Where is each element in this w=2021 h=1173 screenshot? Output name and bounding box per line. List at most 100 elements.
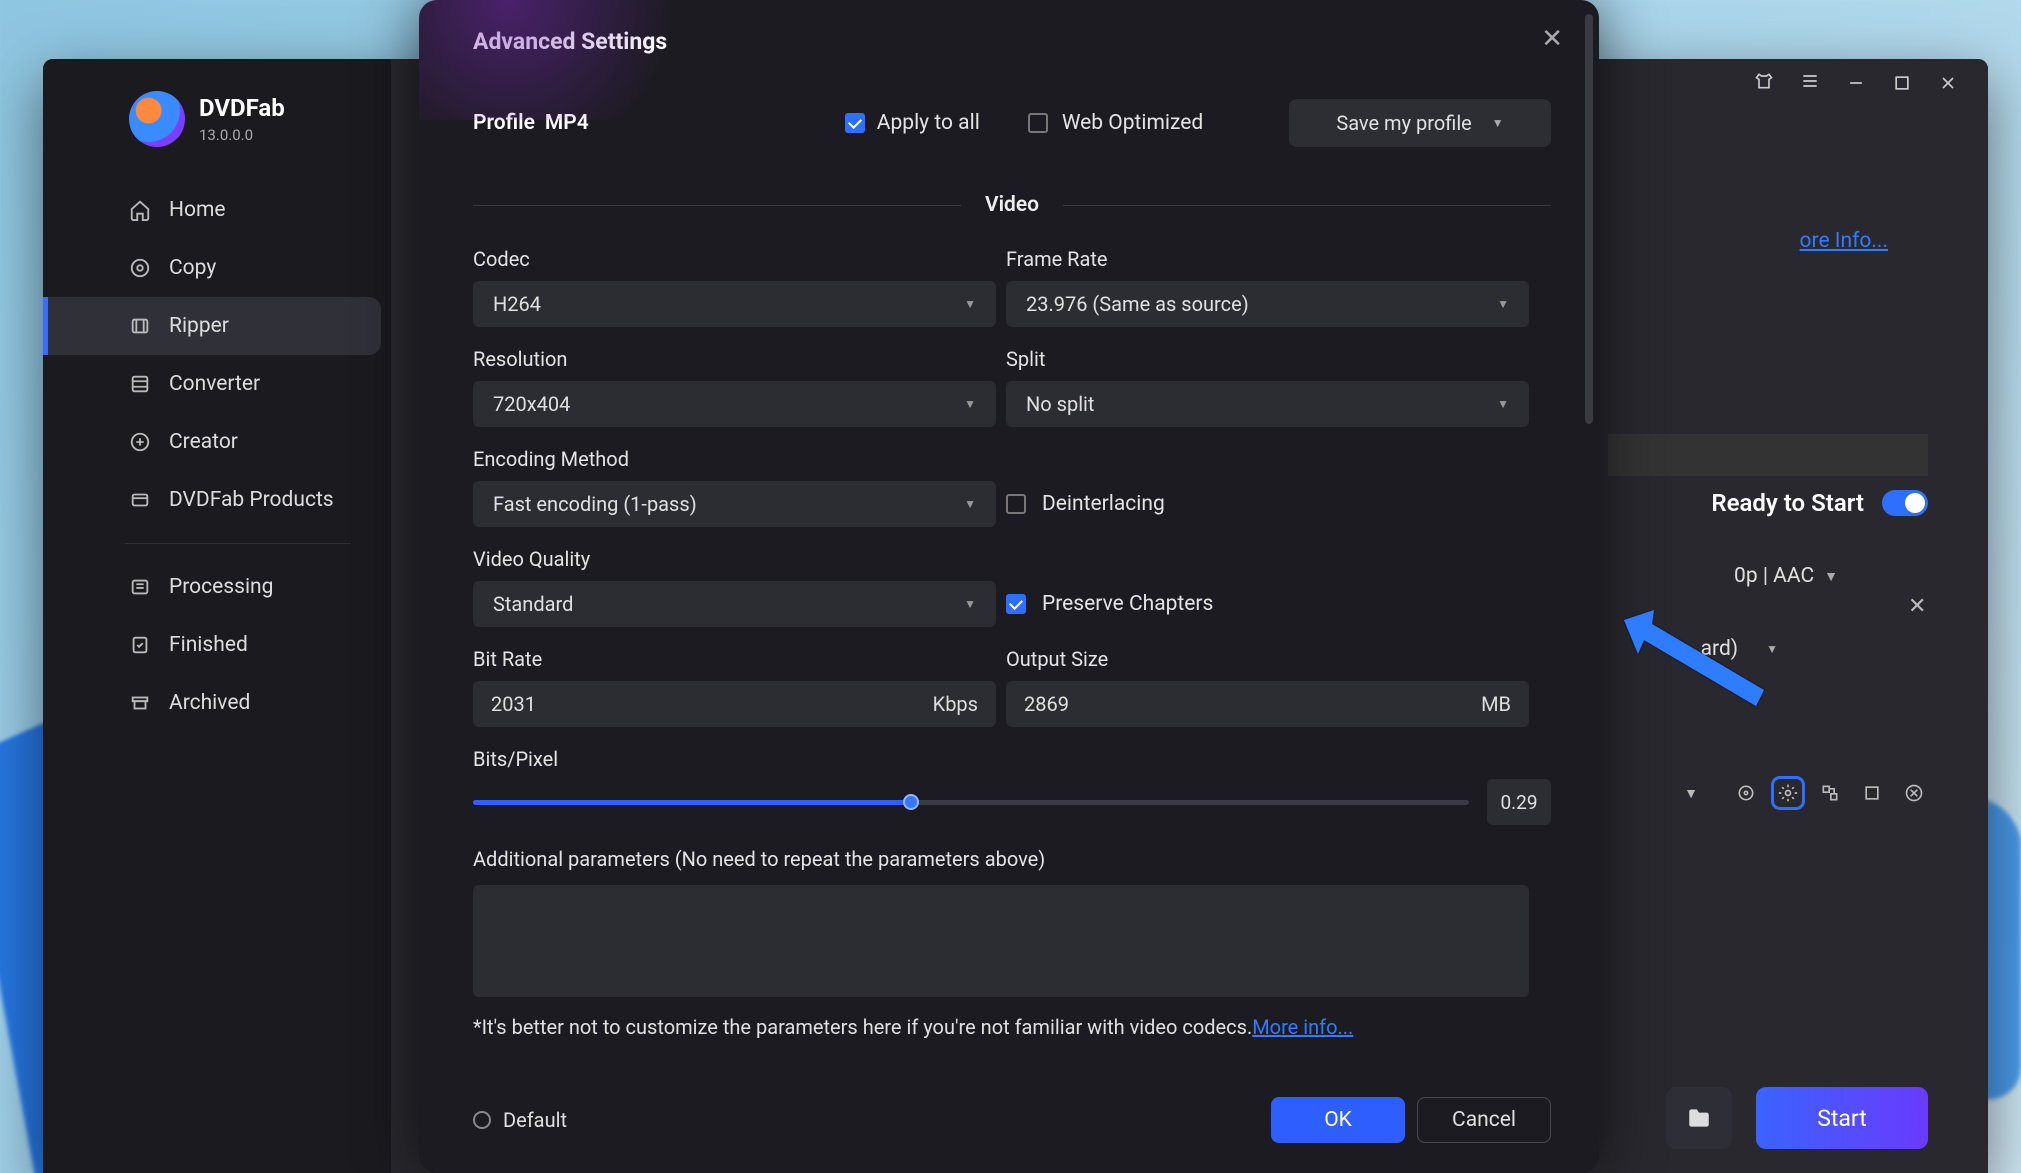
ripper-icon	[129, 315, 151, 337]
app-name: DVDFab	[199, 94, 285, 122]
quality-fragment[interactable]: ard) ▼	[1701, 637, 1778, 661]
maximize-button[interactable]	[1892, 73, 1912, 93]
codec-value: H264	[493, 292, 541, 316]
home-icon	[129, 199, 151, 221]
chevron-down-icon[interactable]: ▼	[1684, 785, 1698, 802]
chevron-down-icon: ▼	[964, 497, 976, 511]
apply-to-all-label: Apply to all	[877, 111, 980, 135]
bpp-label: Bits/Pixel	[473, 747, 1551, 771]
crop-icon[interactable]	[1858, 779, 1886, 807]
outsize-unit: MB	[1481, 692, 1511, 716]
sidebar-item-label: Copy	[169, 256, 216, 280]
resolution-label: Resolution	[473, 347, 996, 371]
sidebar-item-copy[interactable]: Copy	[43, 239, 381, 297]
chevron-down-icon: ▼	[964, 397, 976, 411]
sidebar-item-converter[interactable]: Converter	[43, 355, 381, 413]
default-label: Default	[503, 1108, 567, 1132]
preview-icon[interactable]	[1732, 779, 1760, 807]
advanced-settings-icon[interactable]	[1774, 779, 1802, 807]
sidebar-item-label: Converter	[169, 372, 260, 396]
remove-item-button[interactable]: ✕	[1908, 594, 1928, 619]
encoding-label: Encoding Method	[473, 447, 996, 471]
spacer	[1006, 547, 1529, 571]
web-optimized-label: Web Optimized	[1062, 111, 1203, 135]
quality-label: Video Quality	[473, 547, 996, 571]
sidebar-item-creator[interactable]: Creator	[43, 413, 381, 471]
sidebar-item-ripper[interactable]: Ripper	[43, 297, 381, 355]
sidebar-item-label: Processing	[169, 575, 273, 599]
outsize-label: Output Size	[1006, 647, 1529, 671]
converter-icon	[129, 373, 151, 395]
bitrate-input[interactable]: 2031 Kbps	[473, 681, 996, 727]
dialog-close-button[interactable]: ✕	[1541, 24, 1563, 54]
ok-button[interactable]: OK	[1271, 1097, 1405, 1143]
apply-to-all-checkbox[interactable]: Apply to all	[845, 111, 980, 135]
ready-label: Ready to Start	[1711, 489, 1864, 517]
additional-params-input[interactable]	[473, 885, 1529, 997]
shirt-icon[interactable]	[1754, 71, 1774, 95]
more-info-link[interactable]: ore Info...	[1800, 229, 1888, 253]
output-folder-button[interactable]	[1666, 1087, 1732, 1149]
preserve-chapters-checkbox[interactable]: Preserve Chapters	[1006, 581, 1529, 627]
sidebar-item-label: Home	[169, 198, 226, 222]
save-profile-dropdown[interactable]: Save my profile ▼	[1289, 99, 1551, 147]
output-format-fragment[interactable]: 0p | AAC ▼	[1734, 564, 1838, 588]
cancel-button[interactable]: Cancel	[1417, 1097, 1551, 1143]
sidebar-item-label: Archived	[169, 691, 250, 715]
video-settings-grid: Codec H264 ▼ Frame Rate 23.976 (Same as …	[473, 247, 1551, 727]
outsize-input[interactable]: 2869 MB	[1006, 681, 1529, 727]
titlebar	[1754, 59, 1988, 107]
chevron-down-icon: ▼	[964, 297, 976, 311]
advanced-settings-dialog: Advanced Settings ✕ Profile MP4 Apply to…	[419, 0, 1599, 1173]
sidebar-nav: Home Copy Ripper Converter Creator DVDFa…	[43, 181, 391, 732]
ready-row: Ready to Start	[1711, 489, 1928, 517]
profile-value: MP4	[545, 111, 589, 135]
search-bar-placeholder[interactable]	[1608, 434, 1928, 476]
outsize-value: 2869	[1024, 692, 1069, 716]
hamburger-icon[interactable]	[1800, 71, 1820, 95]
quality-select[interactable]: Standard ▼	[473, 581, 996, 627]
framerate-value: 23.976 (Same as source)	[1026, 292, 1249, 316]
app-version: 13.0.0.0	[199, 126, 285, 144]
start-button[interactable]: Start	[1756, 1087, 1928, 1149]
close-window-button[interactable]	[1938, 73, 1958, 93]
checkbox-unchecked-icon	[1006, 494, 1026, 514]
bpp-row: 0.29	[473, 779, 1551, 825]
remove-icon[interactable]	[1900, 779, 1928, 807]
save-profile-label: Save my profile	[1336, 111, 1471, 135]
copy-icon	[129, 257, 151, 279]
bpp-slider[interactable]	[473, 779, 1469, 825]
default-radio[interactable]	[473, 1111, 491, 1129]
params-note: *It's better not to customize the parame…	[473, 1015, 1551, 1039]
sidebar-item-products[interactable]: DVDFab Products	[43, 471, 381, 529]
codec-select[interactable]: H264 ▼	[473, 281, 996, 327]
split-select[interactable]: No split ▼	[1006, 381, 1529, 427]
deinterlacing-checkbox[interactable]: Deinterlacing	[1006, 481, 1529, 527]
sidebar-item-finished[interactable]: Finished	[43, 616, 381, 674]
profile-row: Profile MP4 Apply to all Web Optimized S…	[473, 99, 1551, 147]
minimize-button[interactable]	[1846, 73, 1866, 93]
sidebar-item-home[interactable]: Home	[43, 181, 381, 239]
deinterlacing-label: Deinterlacing	[1042, 492, 1165, 516]
params-note-link[interactable]: More info...	[1252, 1015, 1353, 1039]
encoding-select[interactable]: Fast encoding (1-pass) ▼	[473, 481, 996, 527]
app-logo-row: DVDFab 13.0.0.0	[43, 83, 391, 155]
checkbox-checked-icon	[1006, 594, 1026, 614]
output-format-text: 0p | AAC	[1734, 564, 1814, 588]
bpp-value[interactable]: 0.29	[1487, 779, 1551, 825]
processing-icon	[129, 576, 151, 598]
chevron-down-icon: ▼	[1497, 297, 1509, 311]
framerate-label: Frame Rate	[1006, 247, 1529, 271]
chevron-down-icon: ▼	[1766, 642, 1778, 656]
ready-toggle[interactable]	[1882, 490, 1928, 516]
slider-thumb[interactable]	[903, 794, 919, 810]
web-optimized-checkbox[interactable]: Web Optimized	[1028, 111, 1203, 135]
chevron-down-icon: ▼	[1824, 568, 1838, 585]
edit-icon[interactable]	[1816, 779, 1844, 807]
framerate-select[interactable]: 23.976 (Same as source) ▼	[1006, 281, 1529, 327]
checkbox-unchecked-icon	[1028, 113, 1048, 133]
dialog-scrollbar[interactable]	[1585, 14, 1593, 424]
sidebar-item-processing[interactable]: Processing	[43, 558, 381, 616]
sidebar-item-archived[interactable]: Archived	[43, 674, 381, 732]
resolution-select[interactable]: 720x404 ▼	[473, 381, 996, 427]
